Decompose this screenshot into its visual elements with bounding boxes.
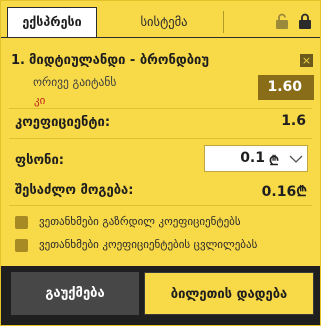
- place-bet-button[interactable]: ბილეთის დადება: [144, 272, 314, 315]
- accept-higher-odds-option[interactable]: ვეთანხმები გაზრდილ კოეფიციენტებს: [15, 215, 315, 233]
- lock-icon[interactable]: [298, 13, 312, 30]
- lock-open-icon[interactable]: [275, 13, 289, 30]
- accept-higher-odds-checkbox[interactable]: [15, 216, 28, 229]
- divider: [9, 108, 312, 109]
- bet-slip: ექსპრესი სისტემა 1. მიდტიულანდი - ბრონდბ…: [0, 0, 321, 326]
- accept-odds-changes-checkbox[interactable]: [15, 239, 28, 252]
- cancel-button[interactable]: გაუქმება: [11, 272, 139, 315]
- selection-odds: 1.60: [258, 75, 314, 100]
- divider: [9, 205, 312, 206]
- action-bar: გაუქმება ბილეთის დადება: [1, 266, 320, 325]
- divider: [9, 138, 312, 139]
- accept-higher-odds-label: ვეთანხმები გაზრდილ კოეფიციენტებს: [39, 215, 241, 228]
- outcome-name: კი: [34, 94, 46, 107]
- stake-label: ფსონი:: [15, 153, 64, 168]
- coefficient-value: 1.6: [281, 113, 306, 129]
- bet-type-tabs: ექსპრესი სისტემა: [1, 1, 320, 38]
- chevron-down-icon[interactable]: [289, 154, 303, 164]
- stake-input-box[interactable]: ₾: [204, 145, 308, 172]
- tab-divider: [223, 11, 224, 33]
- tab-system[interactable]: სისტემა: [105, 7, 223, 37]
- match-name: მიდტიულანდი - ბრონდბიუ: [29, 53, 210, 68]
- possible-win-value: 0.16₾: [261, 184, 307, 200]
- possible-win-label: შესაძლო მოგება:: [15, 183, 134, 198]
- coefficient-label: კოეფიციენტი:: [15, 115, 111, 130]
- currency-symbol: ₾: [269, 154, 280, 169]
- selection-number: 1.: [11, 53, 25, 68]
- accept-odds-changes-label: ვეთანხმები კოეფიციენტების ცვლილებას: [39, 238, 258, 251]
- bet-selection: 1. მიდტიულანდი - ბრონდბიუ × ორივე გაიტან…: [1, 41, 320, 109]
- tab-express[interactable]: ექსპრესი: [7, 7, 97, 38]
- stake-input[interactable]: [213, 146, 265, 171]
- remove-selection-button[interactable]: ×: [300, 54, 313, 67]
- market-name: ორივე გაიტანს: [33, 75, 117, 89]
- tabs-underline: [1, 37, 320, 38]
- accept-odds-changes-option[interactable]: ვეთანხმები კოეფიციენტების ცვლილებას: [15, 238, 315, 256]
